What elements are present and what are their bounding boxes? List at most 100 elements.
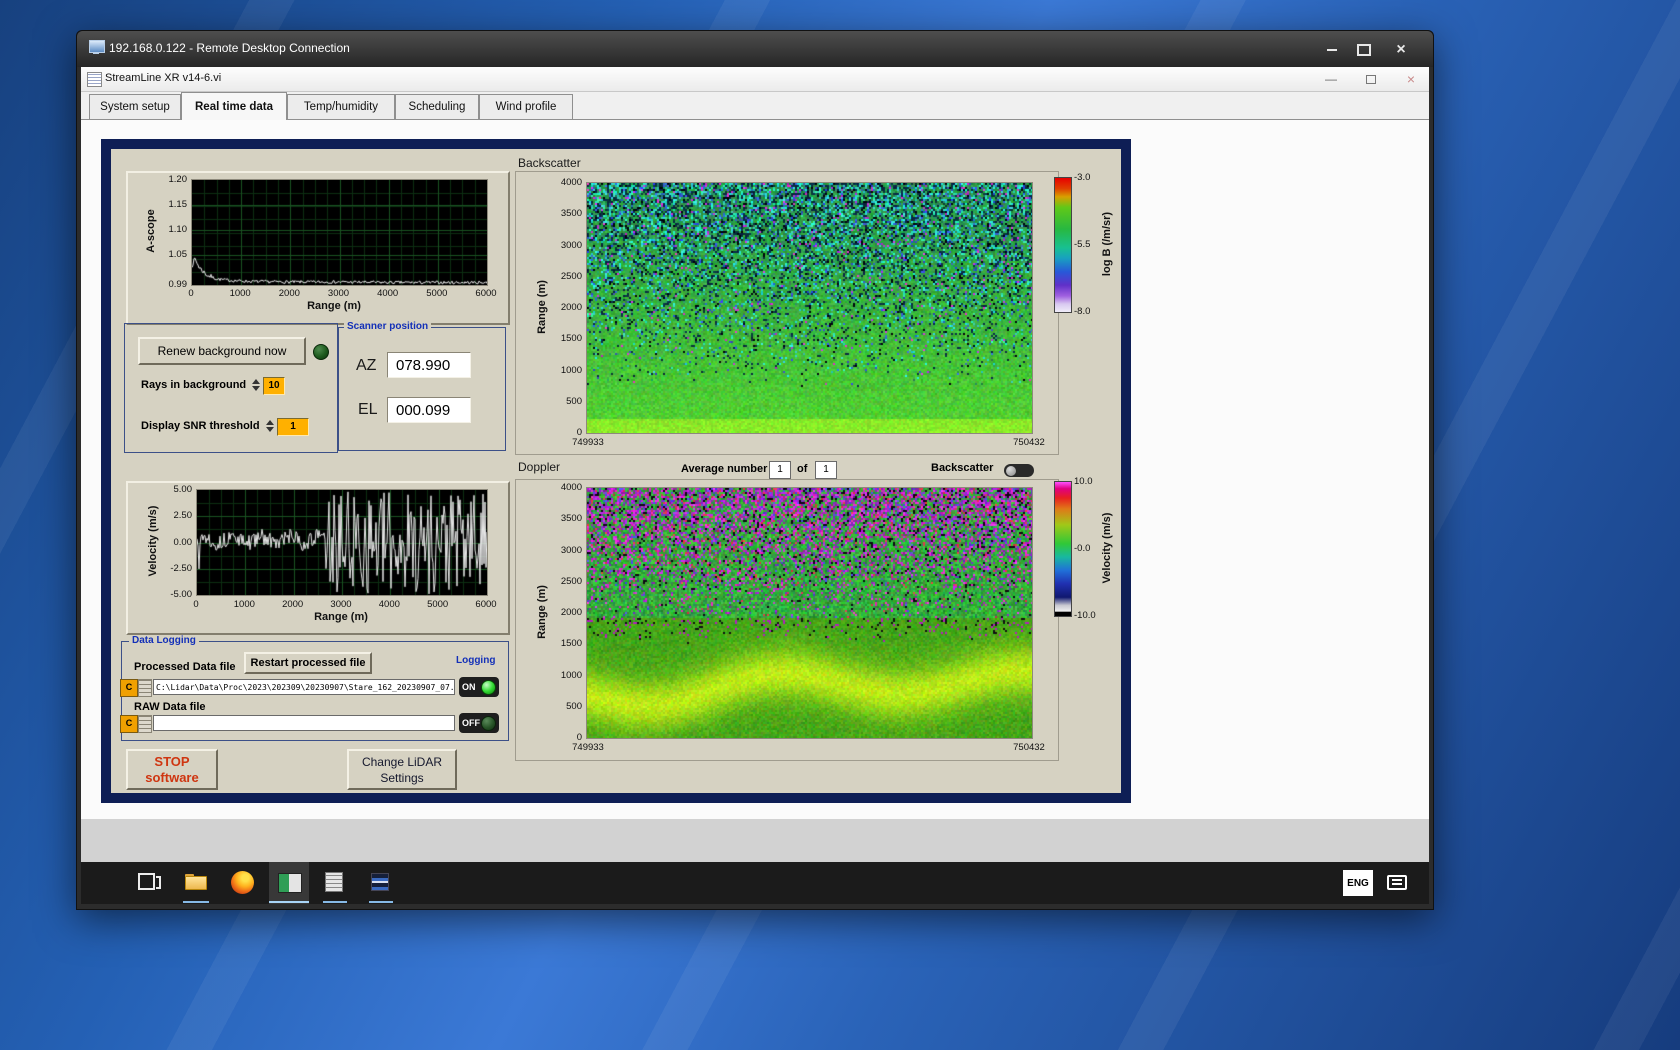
- change-lidar-settings-button[interactable]: Change LiDAR Settings: [347, 749, 457, 790]
- tick-label: 500: [548, 701, 582, 712]
- raw-logging-toggle[interactable]: OFF: [459, 713, 499, 733]
- firefox-icon[interactable]: [231, 871, 254, 894]
- backscatter-x-end: 750432: [999, 437, 1059, 448]
- raw-path-field[interactable]: [153, 715, 455, 731]
- tab-real-time-data[interactable]: Real time data: [181, 92, 287, 120]
- app-minimize-button[interactable]: —: [1317, 71, 1345, 87]
- running-indicator: [369, 901, 393, 903]
- rays-value-field[interactable]: 10: [263, 377, 285, 395]
- app-restore-button[interactable]: [1357, 71, 1385, 87]
- backscatter-x-start: 749933: [558, 437, 618, 448]
- renew-status-led: [313, 344, 329, 360]
- rdp-titlebar[interactable]: 192.168.0.122 - Remote Desktop Connectio…: [77, 31, 1433, 67]
- notification-line: [1392, 879, 1402, 881]
- doppler-y-axis-label: Range (m): [536, 585, 548, 639]
- tick-label: 5.00: [158, 484, 192, 495]
- tick-label: 10.0: [1074, 476, 1106, 487]
- backscatter-colorbar: [1054, 177, 1072, 313]
- tick-label: 4000: [548, 177, 582, 188]
- tick-label: 2000: [279, 599, 307, 610]
- desktop: 192.168.0.122 - Remote Desktop Connectio…: [0, 0, 1680, 1050]
- remote-desktop-icon: [89, 40, 105, 53]
- raw-browse-icon[interactable]: [138, 715, 152, 733]
- rdp-close-button[interactable]: ×: [1383, 39, 1419, 61]
- logger-app-icon[interactable]: [371, 873, 389, 891]
- change-label-line1: Change LiDAR: [362, 754, 442, 770]
- tick-label: 3000: [548, 545, 582, 556]
- app-titlebar[interactable]: StreamLine XR v14-6.vi — ×: [81, 67, 1429, 92]
- tick-label: 6000: [472, 288, 500, 299]
- processed-data-file-label: Processed Data file: [134, 661, 236, 673]
- tick-label: 3000: [327, 599, 355, 610]
- processed-path-field[interactable]: C:\Lidar\Data\Proc\2023\202309\20230907\…: [153, 679, 455, 695]
- toggle-knob: [1006, 466, 1016, 476]
- tick-label: 0: [177, 288, 205, 299]
- restart-processed-file-button[interactable]: Restart processed file: [244, 652, 372, 674]
- streamline-window-icon: [278, 873, 302, 893]
- file-explorer-icon[interactable]: [185, 874, 207, 890]
- tick-label: 1500: [548, 638, 582, 649]
- window-bottom-strip: [81, 819, 1429, 862]
- backscatter-overlay-toggle[interactable]: [1004, 464, 1034, 477]
- tick-label: 2500: [548, 576, 582, 587]
- doppler-heatmap: [586, 487, 1033, 739]
- logging-label: Logging: [453, 655, 498, 666]
- backscatter-y-axis-label: Range (m): [536, 280, 548, 334]
- off-label: OFF: [462, 718, 480, 728]
- processed-browse-icon[interactable]: [138, 679, 152, 697]
- tick-label: 1.05: [155, 249, 187, 260]
- action-center-icon[interactable]: [1387, 875, 1407, 890]
- remote-taskbar: ENG: [81, 862, 1429, 904]
- rdp-window: 192.168.0.122 - Remote Desktop Connectio…: [76, 30, 1434, 910]
- snr-value-field[interactable]: 1: [277, 418, 309, 436]
- tick-label: -10.0: [1074, 610, 1106, 621]
- az-value-field[interactable]: 078.990: [387, 352, 471, 378]
- rays-spinner[interactable]: [251, 377, 261, 393]
- snr-spinner[interactable]: [265, 418, 275, 434]
- processed-logging-toggle[interactable]: ON: [459, 677, 499, 697]
- tab-temp-humidity[interactable]: Temp/humidity: [287, 94, 395, 119]
- doppler-x-start: 749933: [558, 742, 618, 753]
- change-label-line2: Settings: [380, 770, 423, 786]
- task-view-shape: [138, 873, 155, 890]
- rdp-window-title: 192.168.0.122 - Remote Desktop Connectio…: [109, 41, 350, 55]
- spinner-up-icon: [252, 379, 260, 384]
- tick-label: 4000: [374, 288, 402, 299]
- active-app-taskbar-button[interactable]: [269, 862, 309, 904]
- active-indicator: [269, 901, 309, 903]
- average-number-label: Average number: [681, 463, 767, 475]
- ascope-plot: [191, 179, 488, 286]
- raw-drive-icon[interactable]: C: [120, 715, 138, 733]
- rdp-maximize-button[interactable]: [1349, 39, 1379, 61]
- task-view-icon[interactable]: [135, 870, 162, 892]
- rdp-minimize-button[interactable]: [1317, 39, 1347, 61]
- tick-label: 6000: [472, 599, 500, 610]
- app-window-title: StreamLine XR v14-6.vi: [105, 72, 221, 84]
- tick-label: 3000: [325, 288, 353, 299]
- renew-background-button[interactable]: Renew background now: [138, 337, 306, 365]
- processed-drive-icon[interactable]: C: [120, 679, 138, 697]
- tick-label: -5.5: [1074, 239, 1106, 250]
- app-close-button[interactable]: ×: [1397, 71, 1425, 87]
- scan-scheduler-icon[interactable]: [325, 872, 343, 892]
- average-number-field[interactable]: 1: [769, 461, 791, 479]
- notification-line: [1392, 883, 1402, 885]
- tab-wind-profile[interactable]: Wind profile: [479, 94, 573, 119]
- el-value-field[interactable]: 000.099: [387, 397, 471, 423]
- tick-label: 1500: [548, 333, 582, 344]
- tick-label: 3000: [548, 240, 582, 251]
- logging-off-led: [481, 716, 496, 731]
- running-indicator: [323, 901, 347, 903]
- firefox-shape: [231, 871, 254, 894]
- scheduler-shape: [325, 872, 343, 892]
- tab-system-setup[interactable]: System setup: [89, 94, 181, 119]
- tick-label: -2.50: [158, 563, 192, 574]
- average-total-field[interactable]: 1: [815, 461, 837, 479]
- on-label: ON: [462, 682, 476, 692]
- tick-label: 2.50: [158, 510, 192, 521]
- tick-label: 2000: [275, 288, 303, 299]
- language-indicator[interactable]: ENG: [1343, 870, 1373, 896]
- tab-scheduling[interactable]: Scheduling: [395, 94, 479, 119]
- task-view-shape: [156, 876, 161, 889]
- stop-software-button[interactable]: STOP software: [126, 749, 218, 790]
